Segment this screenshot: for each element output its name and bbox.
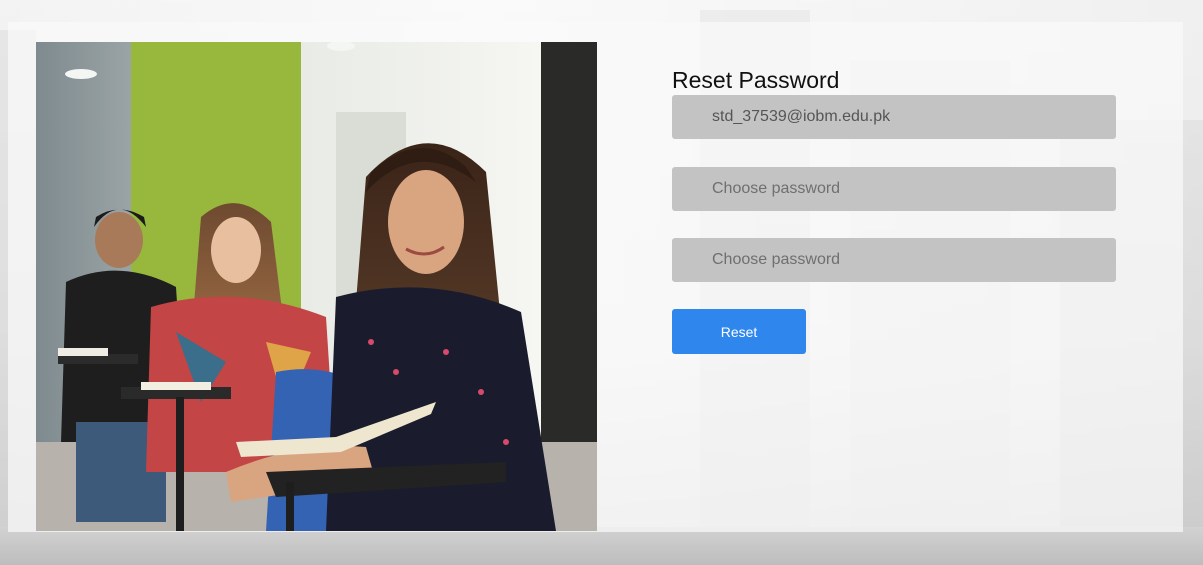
new-password-field[interactable] xyxy=(672,167,1116,211)
email-field[interactable] xyxy=(672,95,1116,139)
background-ground xyxy=(0,527,1203,565)
reset-button[interactable]: Reset xyxy=(672,309,806,354)
page-title: Reset Password xyxy=(672,67,840,93)
students-photo xyxy=(36,42,597,531)
confirm-password-field[interactable] xyxy=(672,238,1116,282)
